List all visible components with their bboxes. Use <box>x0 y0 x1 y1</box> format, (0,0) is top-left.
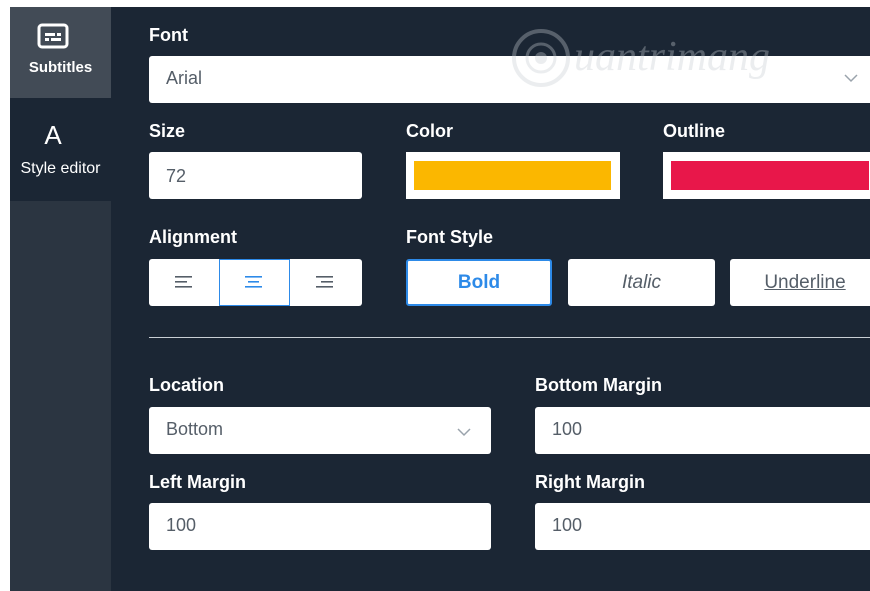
left-margin-input[interactable]: 100 <box>149 503 491 550</box>
outline-label: Outline <box>663 121 725 141</box>
right-margin-value: 100 <box>552 515 583 535</box>
size-input[interactable]: 72 <box>149 152 362 199</box>
font-style-label: Font Style <box>406 227 494 247</box>
align-center-icon <box>245 276 262 288</box>
font-value: Arial <box>166 68 203 88</box>
svg-text:A: A <box>44 122 62 148</box>
watermark: uantrimang <box>510 25 850 95</box>
chevron-down-icon <box>457 428 471 437</box>
right-margin-label: Right Margin <box>535 472 645 492</box>
right-margin-input[interactable]: 100 <box>535 503 870 550</box>
bottom-margin-value: 100 <box>552 419 583 439</box>
font-label: Font <box>149 25 188 45</box>
align-center-button[interactable] <box>219 259 290 306</box>
style-editor-panel: Subtitles A Style editor Font Arial uant… <box>10 7 870 591</box>
alignment-label: Alignment <box>149 227 237 247</box>
left-margin-value: 100 <box>166 515 197 535</box>
alignment-group <box>149 259 362 306</box>
section-divider <box>149 337 870 338</box>
sidebar-item-subtitles[interactable]: Subtitles <box>10 7 111 98</box>
location-value: Bottom <box>166 419 224 439</box>
letter-a-icon: A <box>44 122 62 148</box>
underline-button[interactable]: Underline <box>730 259 870 306</box>
watermark-text: uantrimang <box>574 34 771 80</box>
outline-color-picker[interactable] <box>663 152 870 199</box>
sidebar-item-label: Subtitles <box>28 59 93 76</box>
color-swatch <box>414 161 611 190</box>
align-right-icon <box>316 276 333 288</box>
sidebar-item-style-editor[interactable]: A Style editor <box>10 98 111 201</box>
left-margin-label: Left Margin <box>149 472 246 492</box>
bottom-margin-input[interactable]: 100 <box>535 407 870 454</box>
color-picker[interactable] <box>406 152 620 199</box>
align-left-button[interactable] <box>149 259 219 306</box>
italic-button[interactable]: Italic <box>568 259 715 306</box>
location-select[interactable]: Bottom <box>149 407 491 454</box>
align-right-button[interactable] <box>290 259 362 306</box>
sidebar-item-label: Style editor <box>20 160 101 177</box>
bottom-margin-label: Bottom Margin <box>535 375 662 395</box>
location-label: Location <box>149 375 224 395</box>
watermark-logo-icon <box>512 29 570 87</box>
size-label: Size <box>149 121 186 141</box>
size-value: 72 <box>166 166 187 186</box>
outline-swatch <box>671 161 869 190</box>
sidebar: Subtitles A Style editor <box>10 7 111 591</box>
color-label: Color <box>406 121 453 141</box>
bold-button[interactable]: Bold <box>406 259 552 306</box>
align-left-icon <box>175 276 192 288</box>
subtitles-icon <box>37 23 69 49</box>
